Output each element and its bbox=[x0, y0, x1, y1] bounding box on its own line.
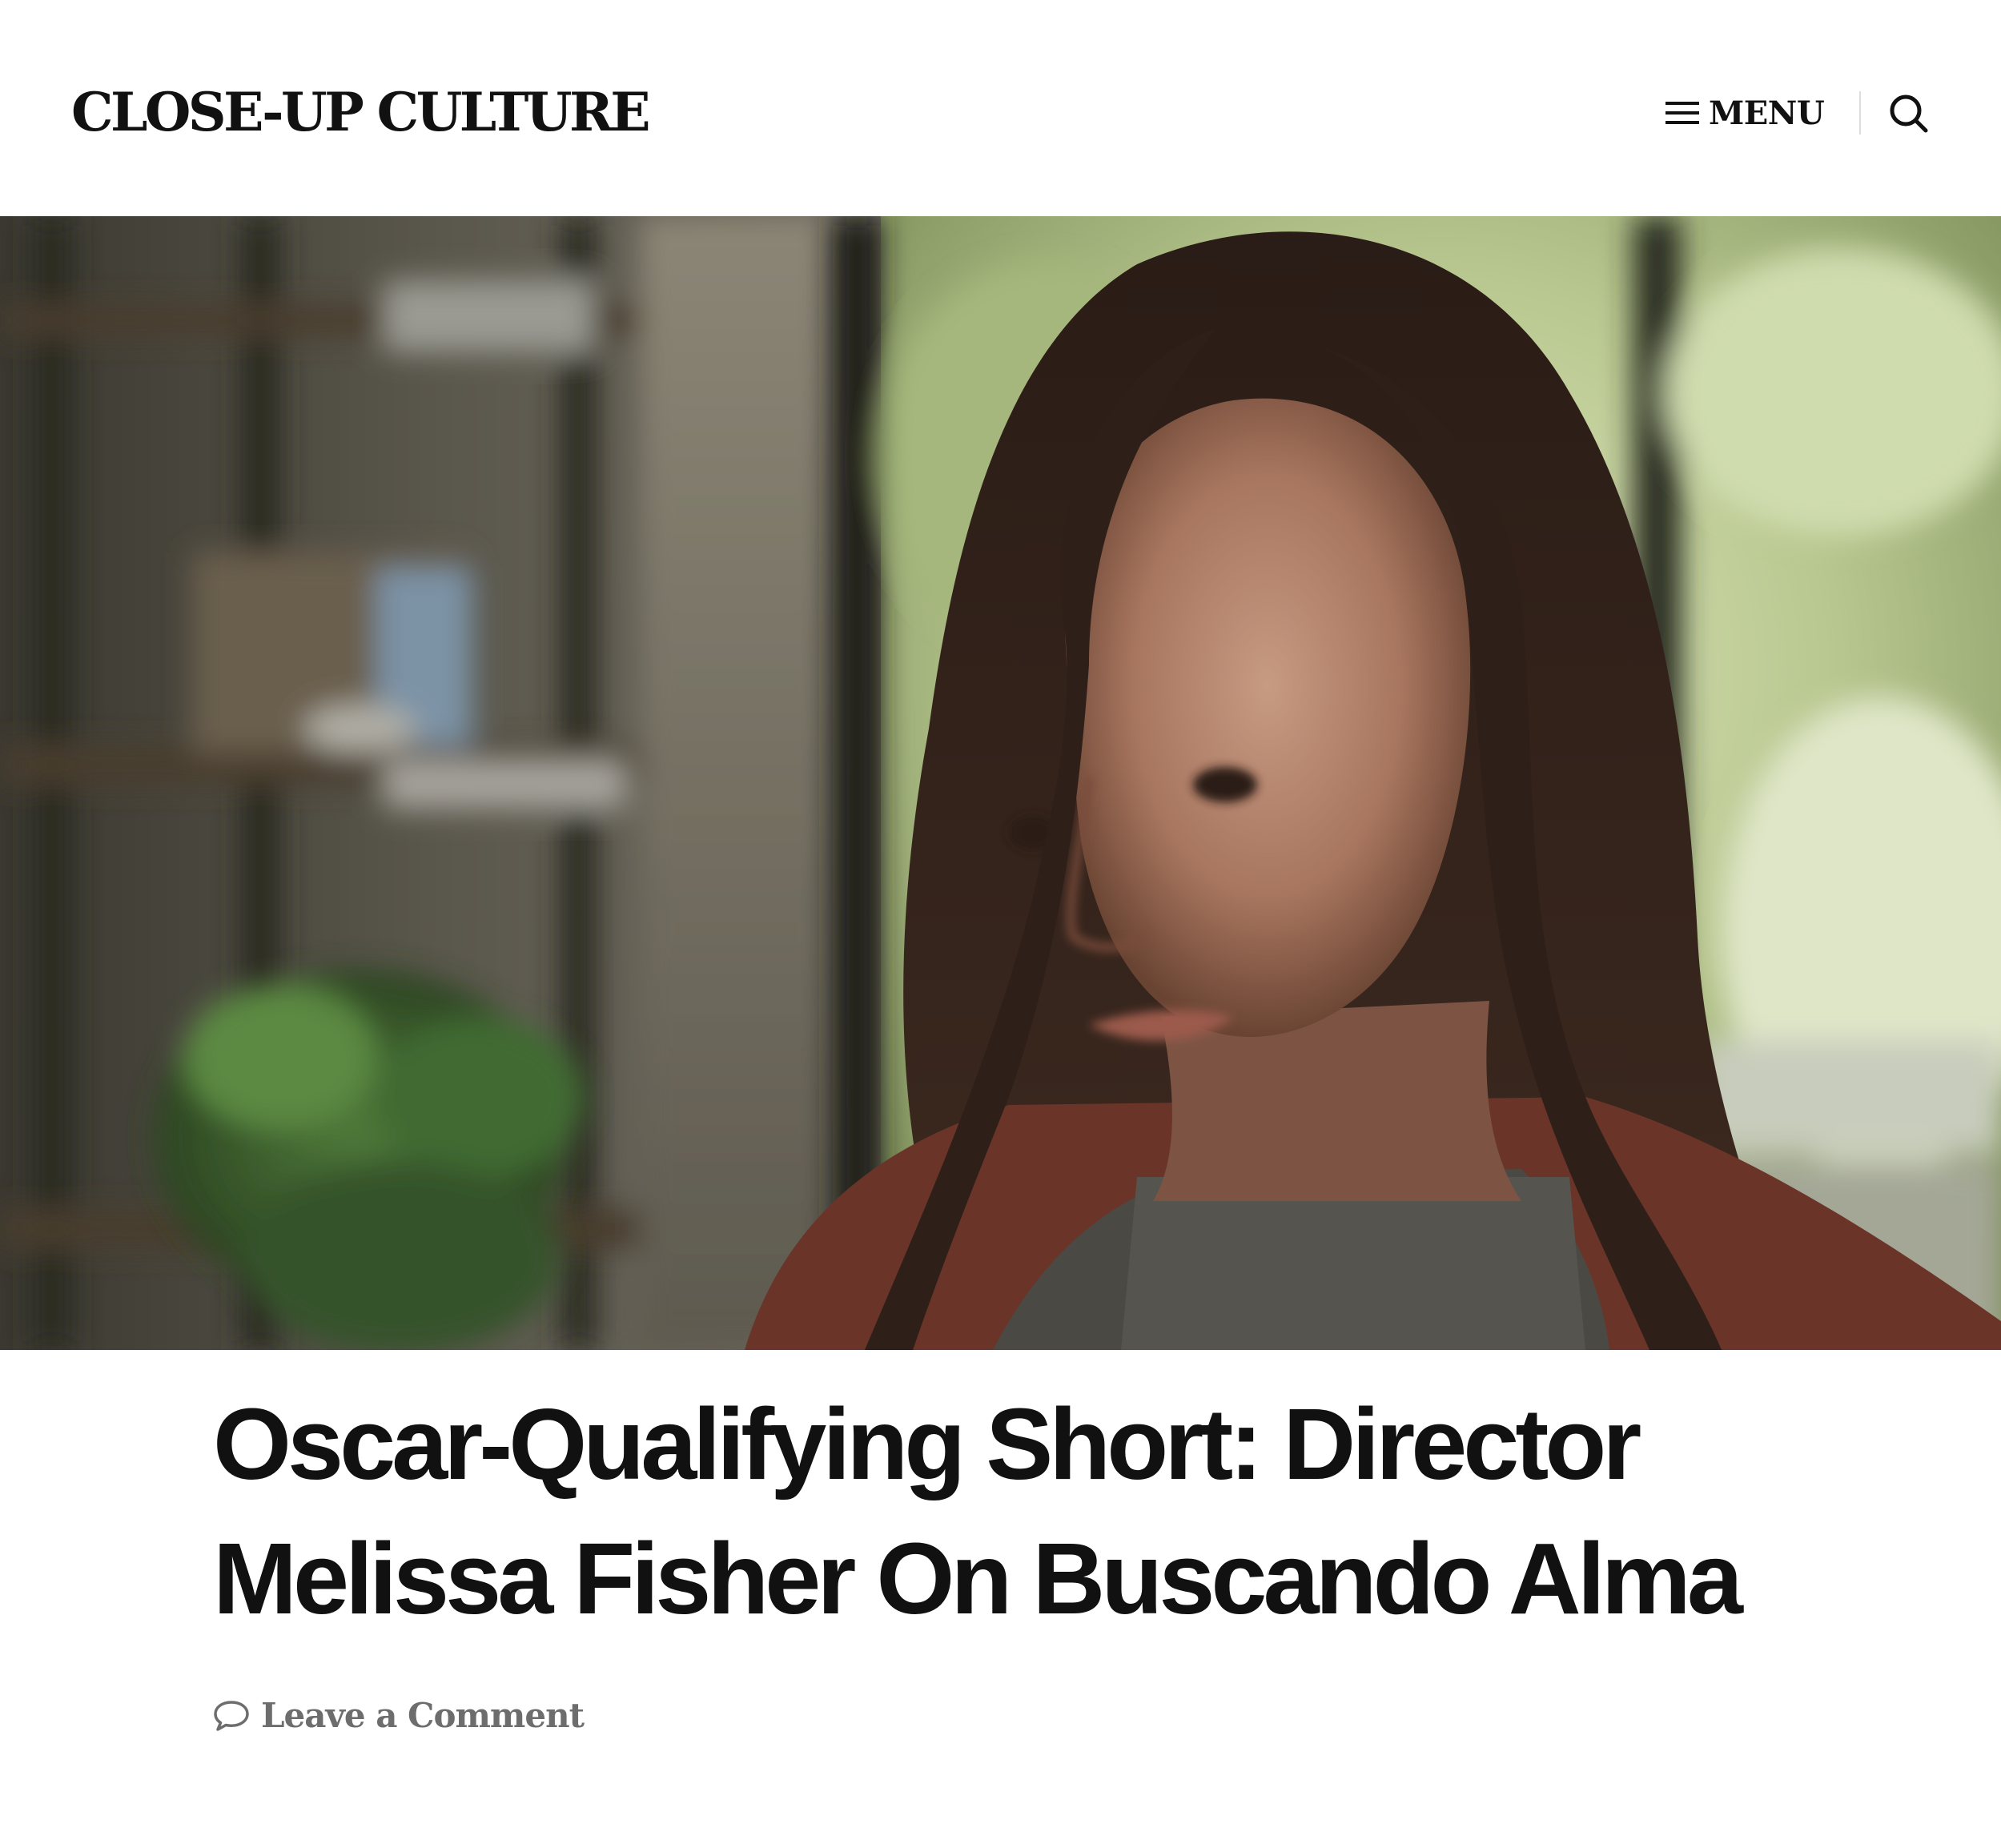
entry-header: Oscar-Qualifying Short: Director Melissa… bbox=[213, 1377, 1814, 1646]
header-divider bbox=[1859, 91, 1861, 135]
comment-link[interactable]: Leave a Comment bbox=[213, 1696, 585, 1735]
menu-label: MENU bbox=[1709, 94, 1825, 132]
speech-bubble-icon bbox=[214, 1700, 249, 1731]
article-title: Oscar-Qualifying Short: Director Melissa… bbox=[213, 1388, 1743, 1635]
site-title-link[interactable]: CLOSE-UP CULTURE bbox=[71, 76, 651, 148]
comment-link-label: Leave a Comment bbox=[261, 1696, 585, 1735]
site-header: CLOSE-UP CULTURE MENU bbox=[0, 0, 2001, 216]
search-icon bbox=[1890, 94, 1928, 133]
hamburger-icon bbox=[1665, 102, 1699, 124]
search-button[interactable] bbox=[1886, 91, 1930, 135]
menu-button[interactable]: MENU bbox=[1665, 86, 1825, 139]
featured-image-illustration bbox=[0, 216, 2001, 1350]
featured-image bbox=[0, 216, 2001, 1350]
